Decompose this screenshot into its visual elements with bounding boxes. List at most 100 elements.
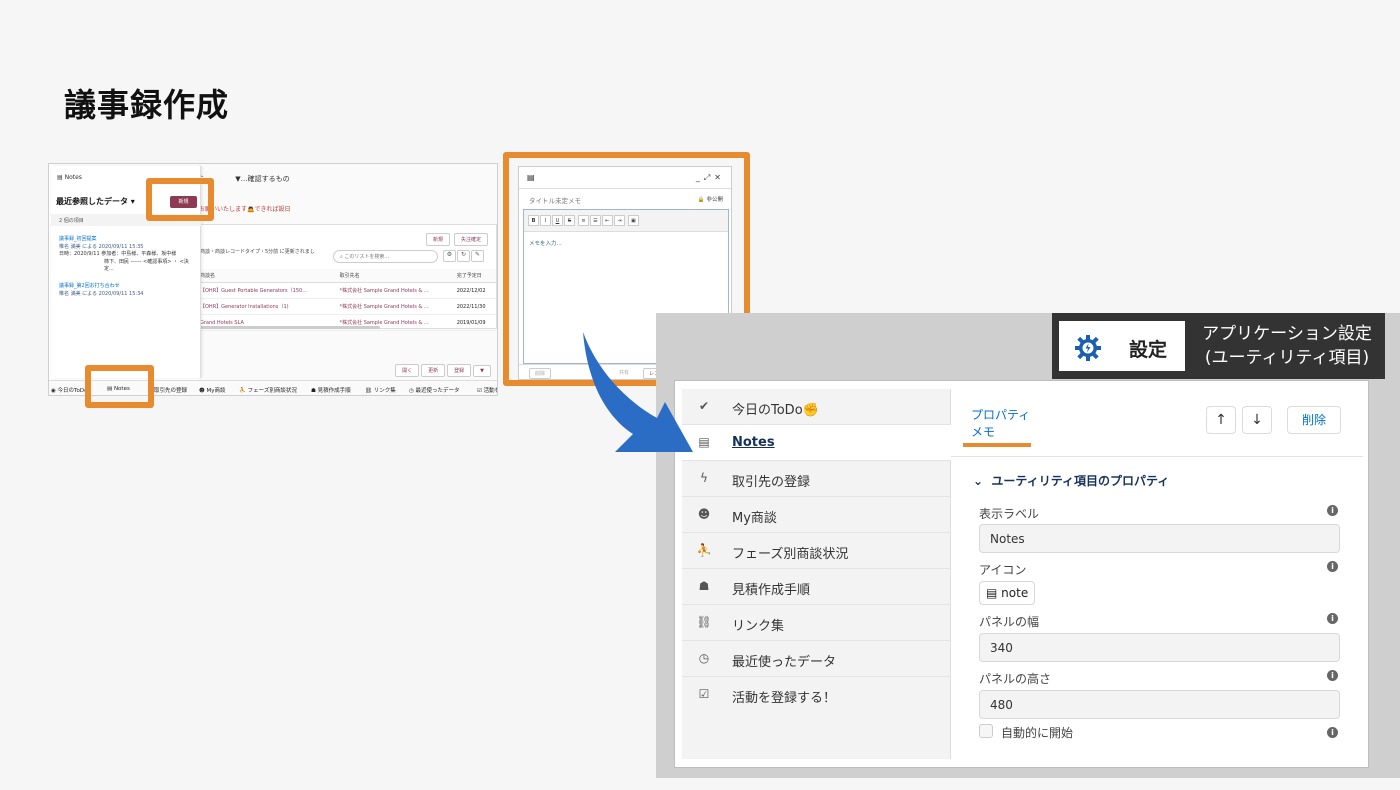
nav-item-notes[interactable]: ▤ Notes <box>682 425 951 461</box>
panel-height-input[interactable]: 480 <box>979 690 1340 719</box>
more-dropdown-button[interactable]: ▼ <box>473 365 491 377</box>
section-title-text: ユーティリティ項目のプロパティ <box>991 474 1170 488</box>
update-button[interactable]: 更新 <box>421 364 446 377</box>
info-icon[interactable]: i <box>1327 505 1338 516</box>
nav-item-quote-steps[interactable]: ☗ 見積作成手順 <box>682 569 951 605</box>
note-title[interactable]: 議事録_第2回お打ち合わせ <box>59 283 197 291</box>
recent-dropdown[interactable]: 最近参照したデータ ▾ <box>56 196 135 207</box>
refresh-icon[interactable]: ↻ <box>457 250 470 262</box>
table-cell: 2022/12/02 <box>454 282 496 299</box>
opportunity-list: 新規 失注確定 商談・商談レコードタイプ・5分前 に更新されまし ⌕ このリスト… <box>197 224 497 331</box>
display-label-input[interactable]: Notes <box>979 524 1340 553</box>
table-row: 【OHR】Guest Portable Generators（150... *株… <box>198 282 496 299</box>
utility-item[interactable]: ⛹ フェーズ別商談状況 <box>239 386 297 394</box>
column-header[interactable]: 取引先名 <box>337 269 455 283</box>
settings-badge: 設定 アプリケーション設定 (ユーティリティ項目) <box>1052 313 1385 379</box>
list-item[interactable]: 議事録_初回提案 椎名 満美 による 2020/09/11 15:35 日時：2… <box>59 236 197 274</box>
delete-button[interactable]: 削除 <box>1287 406 1341 434</box>
info-icon[interactable]: i <box>1327 561 1338 572</box>
nav-item-todo[interactable]: ✔ 今日のToDo✊ <box>682 389 951 425</box>
settings-word: 設定 <box>1129 339 1168 361</box>
note-title[interactable]: 議事録_初回提案 <box>59 236 197 244</box>
move-up-button[interactable]: ↑ <box>1206 406 1236 434</box>
utility-item[interactable]: ☑ 活動を登録する！ <box>477 386 497 394</box>
info-icon[interactable]: i <box>1327 613 1338 624</box>
utility-item[interactable]: ◷ 最近使ったデータ <box>409 386 460 394</box>
gear-icon[interactable]: ⚙ <box>443 250 456 262</box>
info-icon[interactable]: i <box>1327 670 1338 681</box>
nav-item-log-activity[interactable]: ☑ 活動を登録する！ <box>682 677 951 713</box>
nav-item-label: リンク集 <box>732 619 785 634</box>
panel-header-label: Notes <box>64 174 82 181</box>
table-cell: 2022/11/30 <box>454 298 496 315</box>
utility-settings-panel: ✔ 今日のToDo✊ ▤ Notes ϟ 取引先の登録 ☻ My商談 ⛹ フェー… <box>674 380 1369 768</box>
divider <box>951 456 1363 457</box>
info-icon[interactable]: i <box>1327 727 1338 738</box>
note-meta: 椎名 満美 による 2020/09/11 15:34 <box>59 290 144 297</box>
icon-label: アイコン <box>979 563 1027 577</box>
note-meta: 椎名 満美 による 2020/09/11 15:35 <box>59 243 144 250</box>
nav-item-recent-data[interactable]: ◷ 最近使ったデータ <box>682 641 951 677</box>
move-down-button[interactable]: ↓ <box>1242 406 1272 434</box>
icon-picker[interactable]: ▤ note <box>979 581 1036 605</box>
panel-width-input[interactable]: 340 <box>979 633 1340 662</box>
nav-item-label: My商談 <box>732 511 777 526</box>
tab-label: プロパティ <box>971 408 1031 422</box>
opportunity-table: 商談名 取引先名 完了予定日 【OHR】Guest Portable Gener… <box>198 269 496 331</box>
note-icon: ▤ <box>698 435 710 449</box>
smiley-icon: ☻ <box>697 507 711 521</box>
autostart-checkbox[interactable] <box>979 724 993 738</box>
list-item[interactable]: 議事録_第2回お打ち合わせ 椎名 満美 による 2020/09/11 15:34 <box>59 283 197 298</box>
nav-item-account-register[interactable]: ϟ 取引先の登録 <box>682 461 951 497</box>
chevron-down-icon: ⌄ <box>973 474 984 488</box>
nav-item-label: 活動を登録する！ <box>732 691 837 706</box>
highlight-notes-utility <box>85 365 154 408</box>
register-button[interactable]: 登録 <box>447 364 472 377</box>
column-header[interactable]: 商談名 <box>198 269 338 283</box>
nav-item-label: 取引先の登録 <box>732 475 811 490</box>
table-cell-link[interactable]: *株式会社 Sample Grand Hotels & ... <box>337 282 455 299</box>
section-header[interactable]: ⌄ ユーティリティ項目のプロパティ <box>973 472 1169 489</box>
arrow-up-icon: ↑ <box>1215 412 1227 428</box>
note-body: 柿下、田民 ------ <確認事項> ・ <決定... <box>104 258 189 273</box>
tab-label: メモ <box>971 425 996 439</box>
clock-icon: ◷ <box>698 651 710 665</box>
nav-item-phase-status[interactable]: ⛹ フェーズ別商談状況 <box>682 533 951 569</box>
nav-item-links[interactable]: ⛓ リンク集 <box>682 605 951 641</box>
gear-icon <box>1075 335 1101 361</box>
pencil-icon[interactable]: ✎ <box>471 250 484 262</box>
highlight-new-button <box>146 178 214 221</box>
panel-width-label: パネルの幅 <box>979 615 1040 629</box>
table-cell-link[interactable]: 【OHR】Generator Installations（1) <box>198 298 338 315</box>
nav-item-label: フェーズ別商談状況 <box>732 547 849 562</box>
list-lost-button[interactable]: 失注確定 <box>453 233 488 246</box>
display-label-label: 表示ラベル <box>979 507 1040 521</box>
bg-tab[interactable]: ▼…確認するもの <box>235 175 289 183</box>
horizontal-scrollbar[interactable] <box>200 326 380 329</box>
caption-line: (ユーティリティ項目) <box>1204 348 1370 368</box>
nav-item-label: 見積作成手順 <box>732 583 811 598</box>
list-icon-buttons: ⚙ ↻ ✎ <box>443 250 485 262</box>
utility-item[interactable]: 取引先の登録 <box>154 386 187 394</box>
list-search-input[interactable]: ⌕ このリストを検索... <box>333 250 438 263</box>
note-body: 日時：2020/9/11 参加者：中島様、平森様、坂中様 <box>59 251 177 257</box>
table-cell-link[interactable]: *株式会社 Sample Grand Hotels & ... <box>337 298 455 315</box>
icon-picker-value: note <box>1001 586 1029 600</box>
presentation-icon: ☗ <box>698 579 710 593</box>
column-header[interactable]: 完了予定日 <box>454 269 496 283</box>
utility-item[interactable]: ☻ My商談 <box>199 386 225 394</box>
utility-item[interactable]: ⛓ リンク集 <box>365 386 396 394</box>
open-button[interactable]: 開く <box>395 364 420 377</box>
runner-icon: ⛹ <box>696 543 712 557</box>
panel-header: ▤ Notes <box>57 174 82 181</box>
caption-line: アプリケーション設定 <box>1202 324 1372 344</box>
table-cell-link[interactable]: 【OHR】Guest Portable Generators（150... <box>198 282 338 299</box>
list-new-button[interactable]: 新規 <box>426 233 451 246</box>
slide-title: 議事録作成 <box>64 86 230 124</box>
tab-properties[interactable]: プロパティ メモ <box>971 407 1030 441</box>
panel-height-label: パネルの高さ <box>979 672 1052 686</box>
utility-item[interactable]: ◉ 今日のToDo <box>51 386 87 394</box>
nav-item-my-deals[interactable]: ☻ My商談 <box>682 497 951 533</box>
search-placeholder: このリストを検索... <box>344 254 390 260</box>
utility-item[interactable]: ☗ 見積作成手順 <box>311 386 351 394</box>
